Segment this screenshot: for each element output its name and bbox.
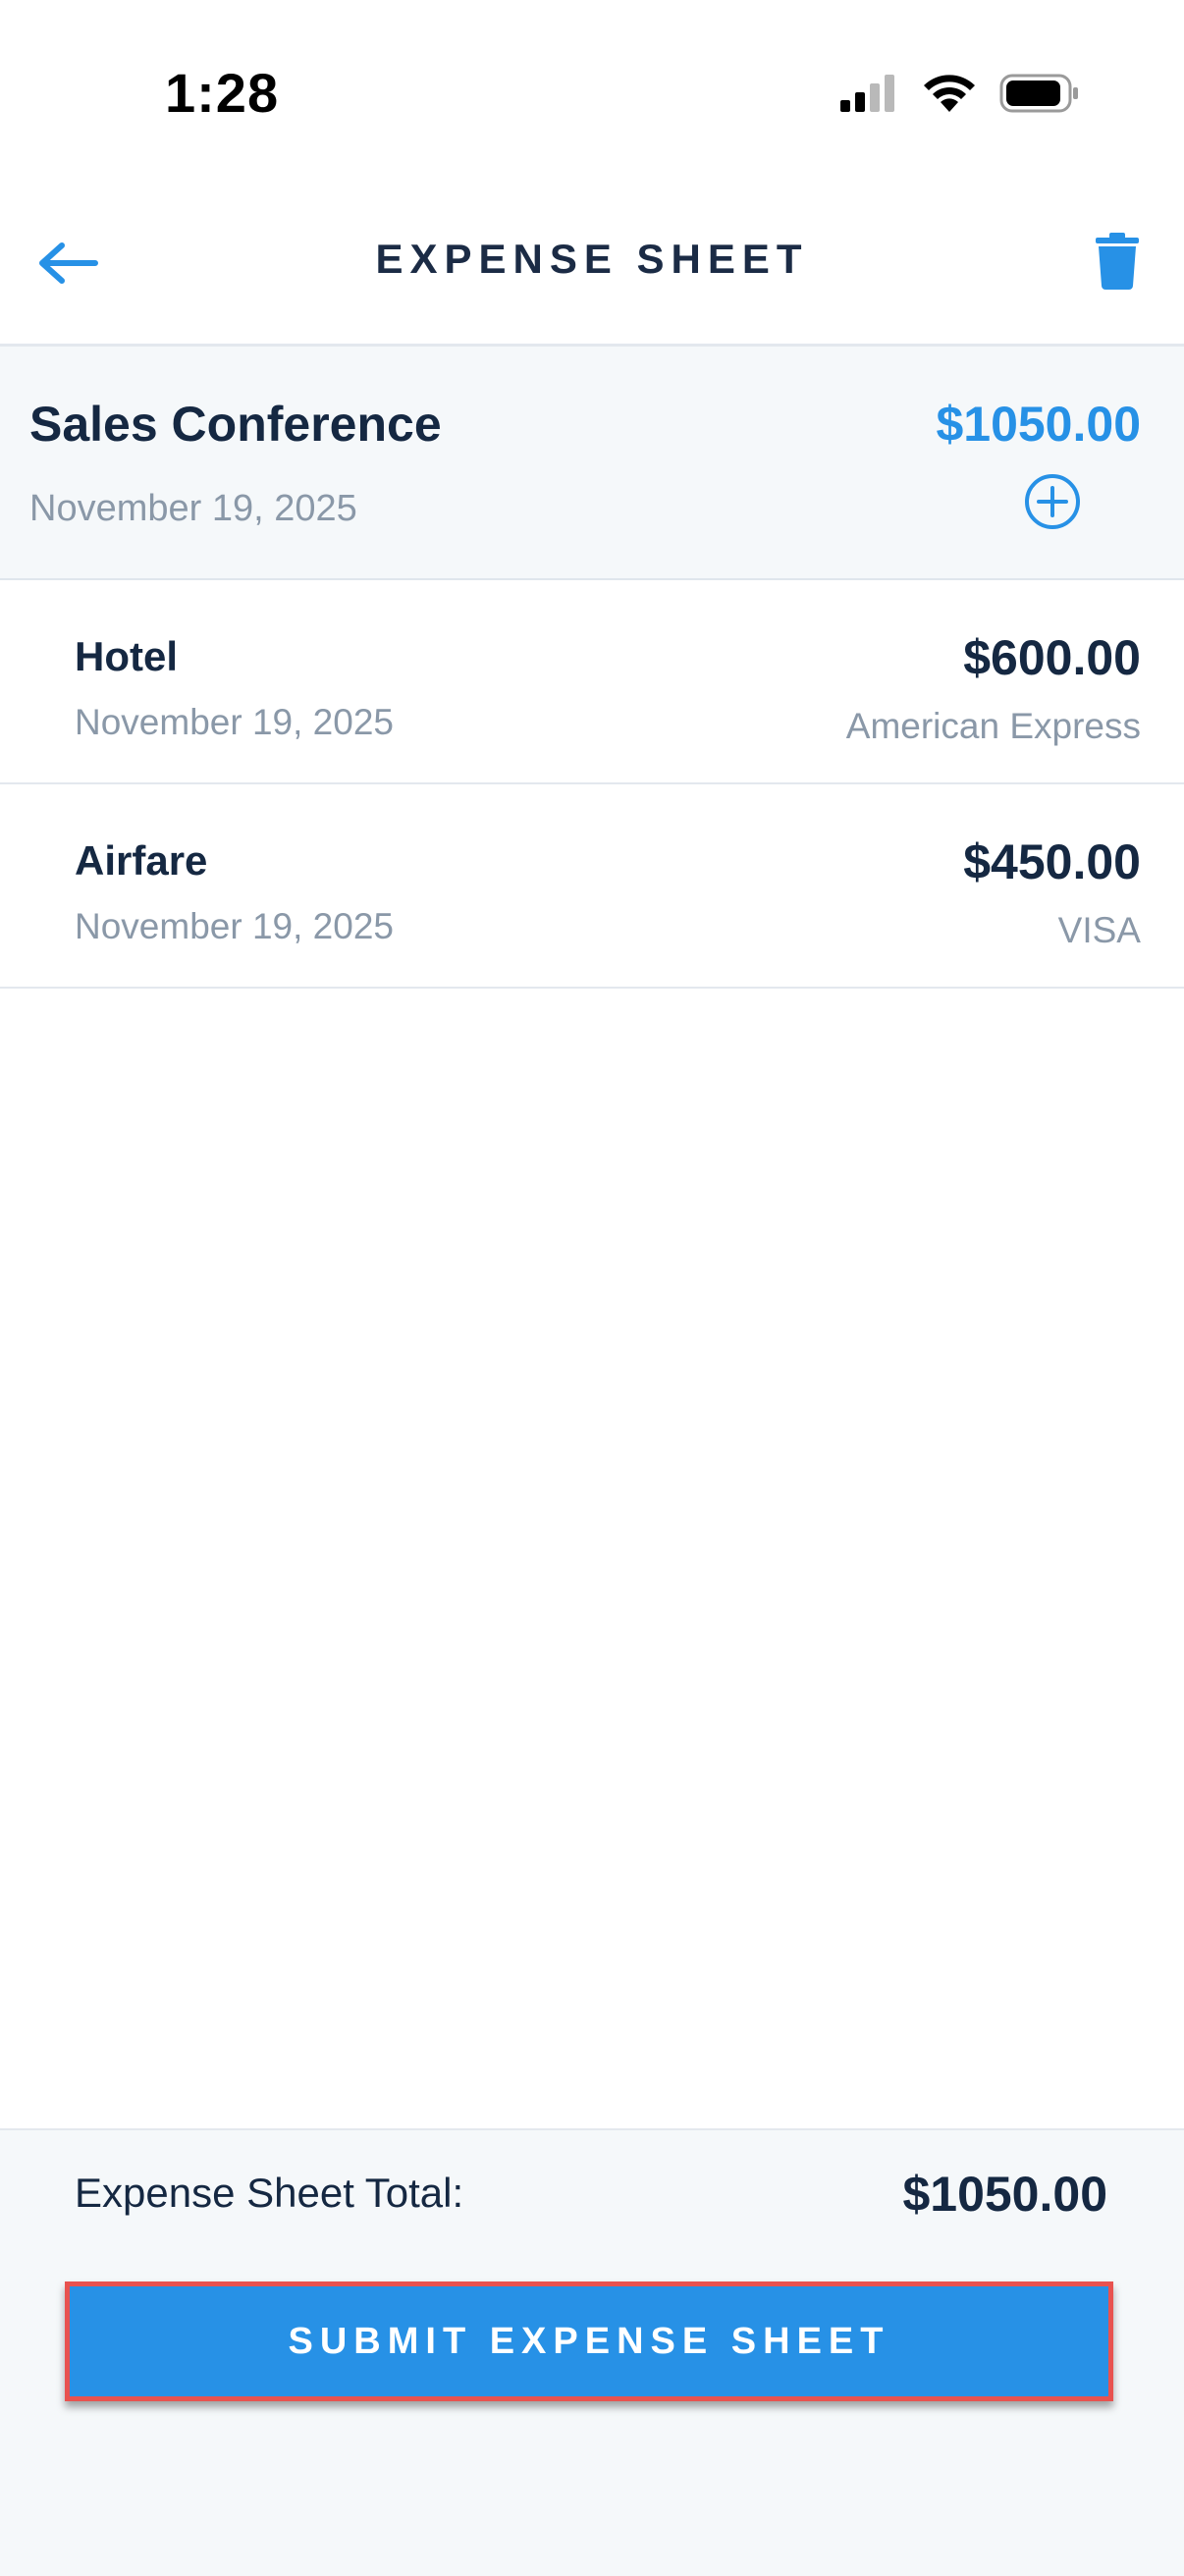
status-bar: 1:28 [0, 0, 1184, 187]
battery-icon [999, 73, 1080, 119]
page-title: EXPENSE SHEET [375, 236, 809, 282]
expense-name: Hotel [75, 633, 178, 679]
add-expense-button[interactable] [1023, 472, 1082, 531]
cellular-signal-icon [838, 74, 899, 118]
expense-name: Airfare [75, 837, 208, 884]
wifi-icon [921, 73, 978, 119]
total-label: Expense Sheet Total: [75, 2170, 464, 2216]
sheet-date: November 19, 2025 [29, 488, 357, 529]
delete-sheet-button[interactable] [1090, 230, 1145, 296]
sheet-summary: Sales Conference November 19, 2025 $1050… [0, 347, 1184, 580]
sheet-name: Sales Conference [29, 397, 442, 452]
expense-row-airfare[interactable]: Airfare November 19, 2025 $450.00 VISA [0, 784, 1184, 989]
app-header: EXPENSE SHEET [0, 187, 1184, 347]
expense-payment-method: VISA [1057, 910, 1141, 950]
sheet-total-amount: $1050.00 [936, 397, 1141, 452]
expense-amount: $450.00 [963, 834, 1141, 889]
trash-icon [1096, 232, 1139, 295]
total-value: $1050.00 [902, 2167, 1107, 2222]
expense-row-hotel[interactable]: Hotel November 19, 2025 $600.00 American… [0, 580, 1184, 784]
expense-date: November 19, 2025 [75, 702, 394, 742]
expense-payment-method: American Express [845, 706, 1141, 746]
expense-date: November 19, 2025 [75, 906, 394, 946]
expense-list: Hotel November 19, 2025 $600.00 American… [0, 580, 1184, 989]
plus-circle-icon [1023, 474, 1082, 535]
footer: Expense Sheet Total: $1050.00 SUBMIT EXP… [0, 2128, 1184, 2576]
expense-amount: $600.00 [963, 630, 1141, 685]
status-icons [838, 73, 1080, 119]
status-time: 1:28 [165, 62, 280, 124]
submit-expense-sheet-button[interactable]: SUBMIT EXPENSE SHEET [65, 2281, 1113, 2401]
